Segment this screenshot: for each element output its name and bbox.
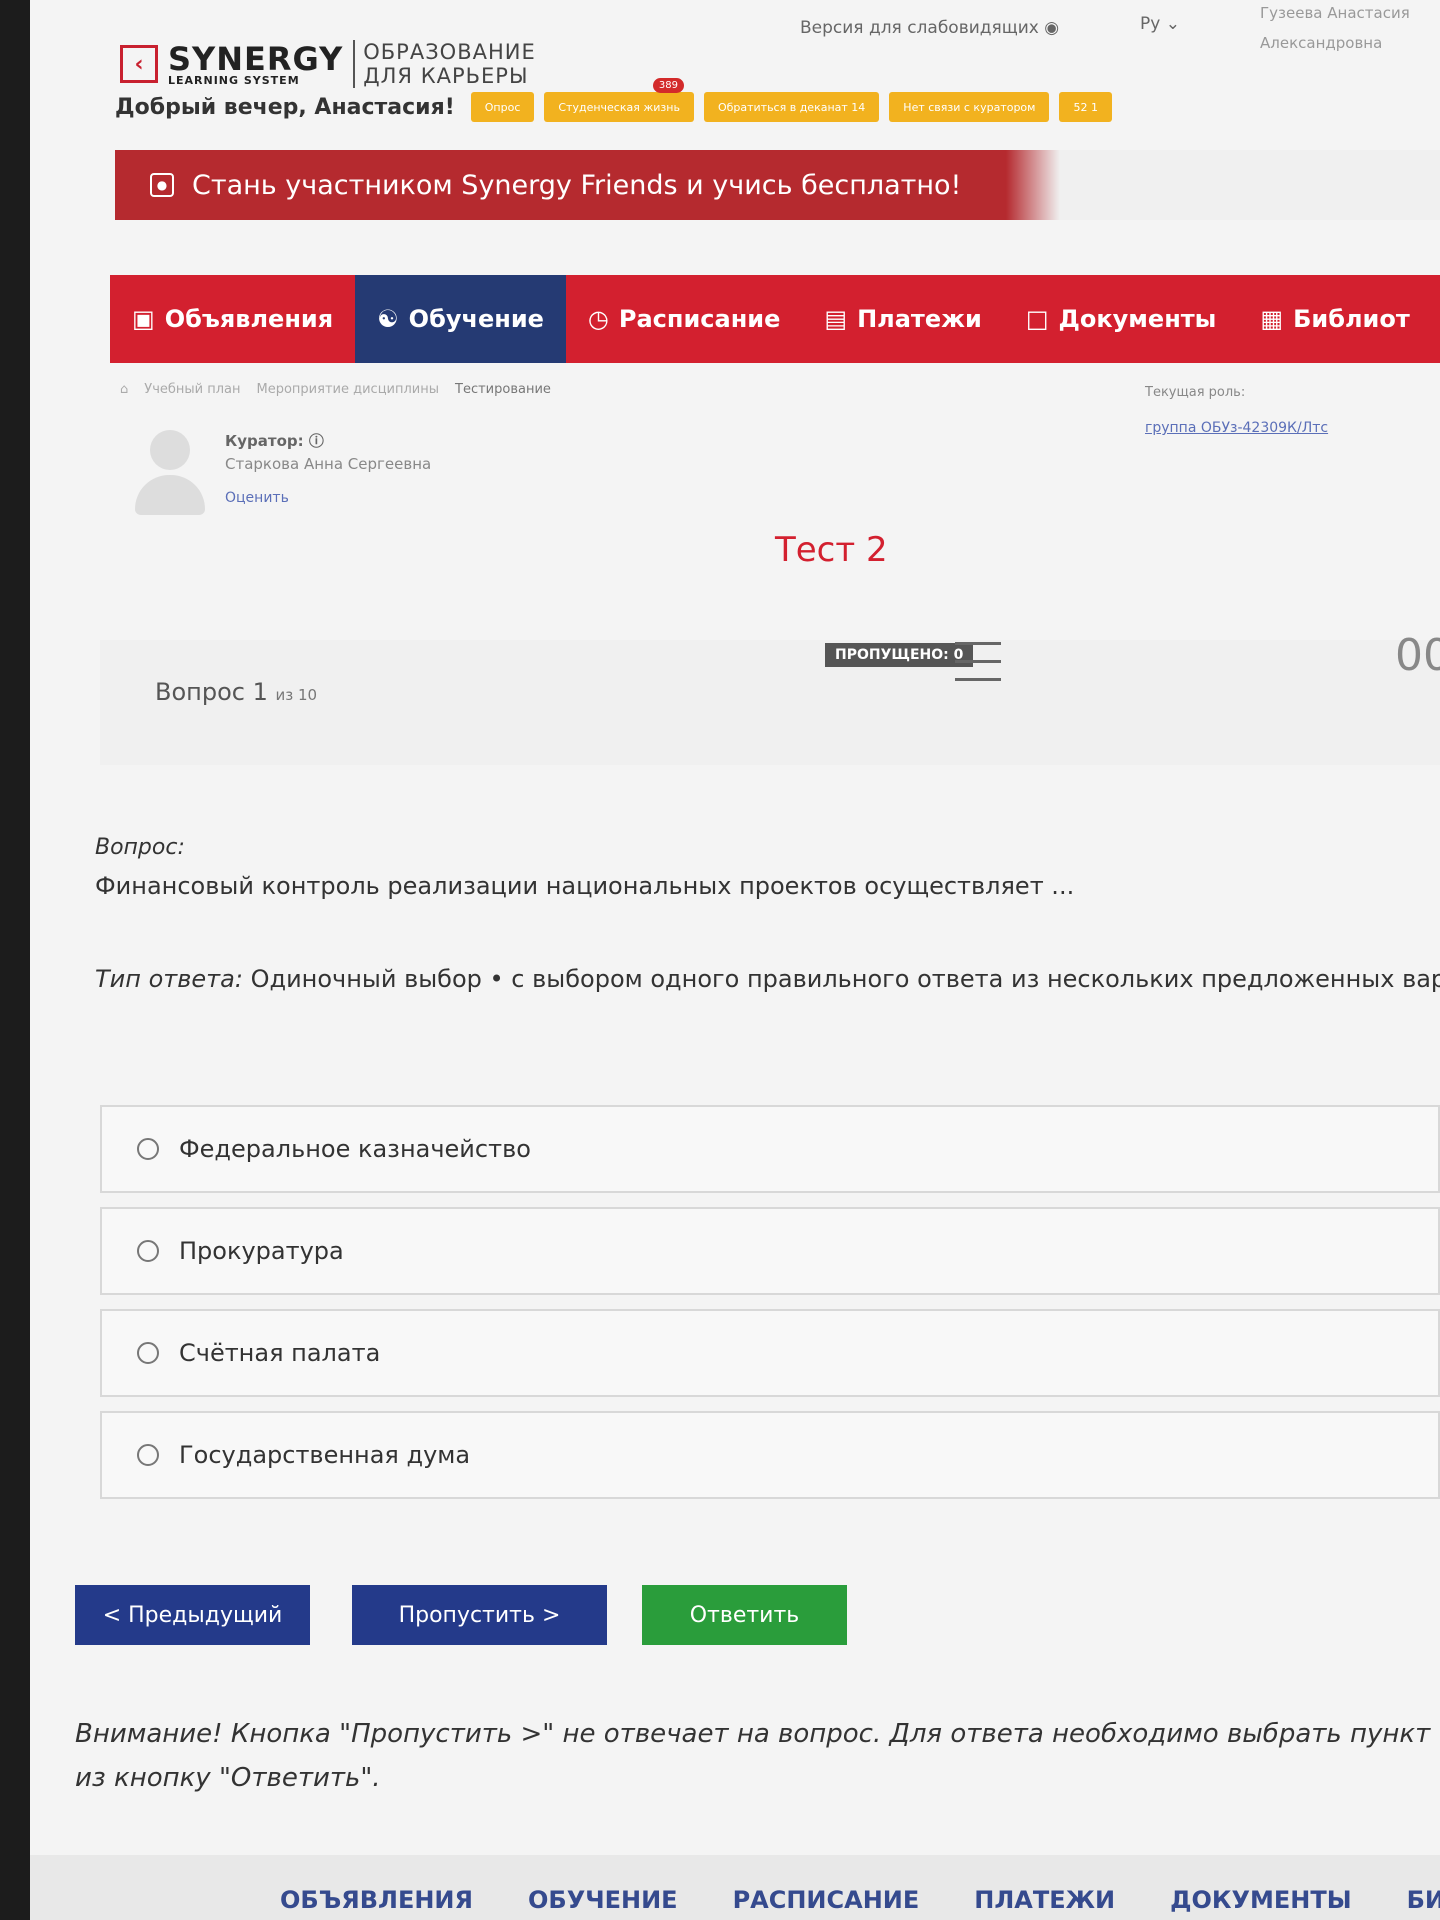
- bottom-nav-education[interactable]: ОБУЧЕНИЕ: [528, 1886, 678, 1920]
- bottom-nav-library[interactable]: БИБЛИОТЕ: [1407, 1886, 1440, 1920]
- answer-options: Федеральное казначейство Прокуратура Счё…: [100, 1105, 1440, 1513]
- test-title: Тест 2: [775, 530, 888, 570]
- help-icon[interactable]: ⓘ: [309, 432, 324, 450]
- notification-badge: 389: [652, 78, 684, 93]
- survey-pill[interactable]: Опрос: [470, 92, 535, 122]
- timer: 00: [1395, 630, 1440, 681]
- radio-button[interactable]: [137, 1342, 159, 1364]
- answer-option[interactable]: Федеральное казначейство: [100, 1105, 1440, 1193]
- contact-dean-pill[interactable]: Обратиться в деканат 14: [703, 92, 880, 122]
- answer-button[interactable]: Ответить: [642, 1585, 847, 1645]
- role-value[interactable]: группа ОБУз-42309К/Лтс: [1145, 420, 1328, 436]
- synergy-logo[interactable]: ‹ SYNERGY LEARNING SYSTEM ОБРАЗОВАНИЕ ДЛ…: [120, 40, 536, 88]
- main-nav: ▣ Объявления ☯ Обучение ◷ Расписание ▤ Плате…: [110, 275, 1440, 363]
- announcements-icon: ▣: [132, 305, 155, 333]
- radio-button[interactable]: [137, 1240, 159, 1262]
- nav-documents[interactable]: □ Документы: [1004, 275, 1239, 363]
- avatar: [135, 430, 205, 515]
- answer-option[interactable]: Прокуратура: [100, 1207, 1440, 1295]
- greeting-row: Добрый вечер, Анастасия! Опрос Студенчес…: [115, 78, 1112, 122]
- education-icon: ☯: [377, 305, 399, 333]
- user-name[interactable]: Гузеева Анастасия Александровна: [1260, 0, 1440, 58]
- answer-option[interactable]: Государственная дума: [100, 1411, 1440, 1499]
- counter-pill[interactable]: 52 1: [1059, 92, 1112, 122]
- nav-payments[interactable]: ▤ Платежи: [802, 275, 1003, 363]
- previous-button[interactable]: < Предыдущий: [75, 1585, 310, 1645]
- skipped-badge: ПРОПУЩЕНО: 0: [825, 643, 974, 667]
- bottom-nav-announcements[interactable]: ОБЪЯВЛЕНИЯ: [280, 1886, 473, 1920]
- home-icon[interactable]: ⌂: [120, 382, 128, 397]
- app-screen: ‹ SYNERGY LEARNING SYSTEM ОБРАЗОВАНИЕ ДЛ…: [30, 0, 1440, 1920]
- no-curator-pill[interactable]: Нет связи с куратором: [889, 92, 1050, 122]
- radio-button[interactable]: [137, 1138, 159, 1160]
- chevron-down-icon: ⌄: [1165, 14, 1180, 34]
- question-counter: Вопрос 1 из 10: [155, 678, 318, 706]
- logo-mark-icon: ‹: [120, 45, 158, 83]
- document-icon: □: [1025, 305, 1049, 333]
- radio-button[interactable]: [137, 1444, 159, 1466]
- breadcrumb-item[interactable]: Учебный план: [144, 382, 240, 397]
- rate-curator-link[interactable]: Оценить: [225, 490, 289, 506]
- promo-text: Стань участником Synergy Friends и учись…: [192, 169, 962, 201]
- logo-brand-name: SYNERGY: [168, 39, 344, 78]
- bottom-nav-documents[interactable]: ДОКУМЕНТЫ: [1170, 1886, 1352, 1920]
- student-life-pill[interactable]: Студенческая жизнь 389: [544, 78, 694, 122]
- breadcrumb-item[interactable]: Мероприятие дисциплины: [257, 382, 440, 397]
- nav-schedule[interactable]: ◷ Расписание: [566, 275, 802, 363]
- library-icon: ▦: [1260, 305, 1284, 333]
- bottom-nav-payments[interactable]: ПЛАТЕЖИ: [974, 1886, 1115, 1920]
- nav-education[interactable]: ☯ Обучение: [355, 275, 566, 363]
- question-bar: Вопрос 1 из 10 ПРОПУЩЕНО: 0 00: [100, 630, 1440, 765]
- warning-note: Внимание! Кнопка "Пропустить >" не отвеч…: [75, 1719, 1431, 1793]
- curator-label: Куратор: ⓘ: [225, 432, 324, 450]
- question-list-icon[interactable]: [955, 640, 1001, 684]
- language-select[interactable]: Ру ⌄: [1140, 14, 1180, 34]
- accessibility-link[interactable]: Версия для слабовидящих ◉: [800, 18, 1059, 38]
- eye-icon: ◉: [1044, 18, 1060, 38]
- logo-tagline: ОБРАЗОВАНИЕ ДЛЯ КАРЬЕРЫ: [353, 40, 536, 88]
- question-label: Вопрос:: [95, 835, 185, 860]
- bottom-nav: ОБЪЯВЛЕНИЯ ОБУЧЕНИЕ РАСПИСАНИЕ ПЛАТЕЖИ Д…: [30, 1855, 1440, 1920]
- role-label: Текущая роль:: [1145, 385, 1246, 400]
- gift-icon: ●: [150, 173, 174, 197]
- curator-name: Старкова Анна Сергеевна: [225, 455, 432, 473]
- breadcrumb: ⌂ Учебный план Мероприятие дисциплины Те…: [120, 382, 551, 397]
- question-text: Финансовый контроль реализации националь…: [95, 872, 1075, 900]
- promo-banner[interactable]: ● Стань участником Synergy Friends и учи…: [115, 150, 1440, 220]
- payment-icon: ▤: [824, 305, 848, 333]
- answer-option[interactable]: Счётная палата: [100, 1309, 1440, 1397]
- bottom-nav-schedule[interactable]: РАСПИСАНИЕ: [733, 1886, 920, 1920]
- nav-library[interactable]: ▦ Библиот: [1238, 275, 1431, 363]
- nav-announcements[interactable]: ▣ Объявления: [110, 275, 355, 363]
- breadcrumb-current: Тестирование: [455, 382, 551, 397]
- greeting-text: Добрый вечер, Анастасия!: [115, 94, 455, 120]
- answer-type: Тип ответа: Одиночный выбор • с выбором …: [95, 965, 1440, 993]
- skip-button[interactable]: Пропустить >: [352, 1585, 607, 1645]
- clock-icon: ◷: [587, 305, 609, 333]
- logo-brand-sub: LEARNING SYSTEM: [168, 73, 300, 87]
